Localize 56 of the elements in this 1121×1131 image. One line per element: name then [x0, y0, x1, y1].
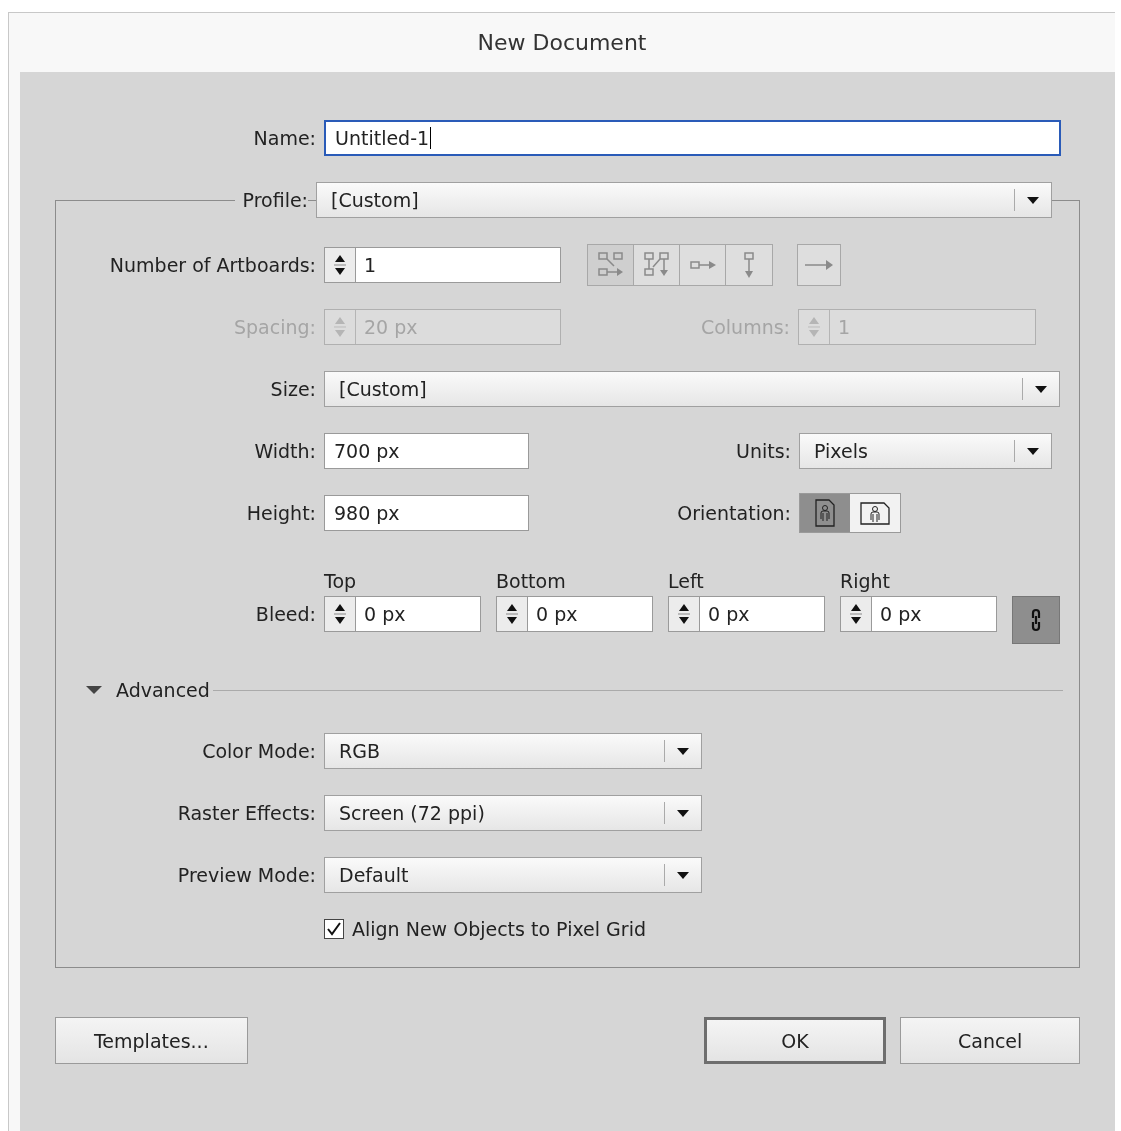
bleed-spinner[interactable]: 0 px: [324, 596, 481, 632]
text-cursor: [430, 127, 432, 149]
dialog-button[interactable]: Cancel: [900, 1017, 1080, 1064]
disclosure-triangle-icon[interactable]: [86, 685, 102, 695]
column-arrange-icon: [744, 251, 754, 279]
caret-icon: [676, 746, 690, 756]
bleed-side-label: Right: [840, 570, 891, 592]
caret-icon: [676, 870, 690, 880]
orientation-button[interactable]: [800, 494, 850, 532]
dialog-button[interactable]: OK: [703, 1017, 887, 1064]
width-field[interactable]: 700 px: [324, 433, 529, 469]
grid-arrange-icon: [596, 251, 625, 279]
row-arrange-icon: [688, 260, 717, 270]
height-field[interactable]: 980 px: [324, 495, 529, 531]
units-label: Units:: [735, 440, 791, 462]
name-label: Name:: [252, 127, 316, 149]
raster-effects-label: Raster Effects:: [176, 802, 316, 824]
pixel-grid-checkbox[interactable]: Align New Objects to Pixel Grid: [324, 918, 646, 940]
artboards-label: Number of Artboards:: [108, 254, 316, 276]
bleed-side-label: Bottom: [496, 570, 566, 592]
landscape-page-icon: [860, 501, 890, 525]
bleed-spinner[interactable]: 0 px: [840, 596, 997, 632]
width-label: Width:: [253, 440, 316, 462]
window-title: New Document: [476, 29, 648, 57]
arrow-right-icon: [804, 257, 834, 273]
bleed-spinner[interactable]: 0 px: [496, 596, 653, 632]
bleed-spinner[interactable]: 0 px: [668, 596, 825, 632]
chain-link-icon: [1029, 607, 1043, 633]
height-label: Height:: [245, 502, 316, 524]
preview-mode-dropdown[interactable]: Default: [324, 857, 702, 893]
size-dropdown[interactable]: [Custom]: [324, 371, 1060, 407]
units-dropdown[interactable]: Pixels: [799, 433, 1052, 469]
name-field[interactable]: Untitled-1: [324, 120, 1061, 156]
checkmark-icon: [326, 921, 342, 937]
grid-arrange-icon: [642, 251, 671, 279]
caret-icon: [1026, 195, 1040, 205]
bleed-side-label: Top: [324, 570, 357, 592]
link-button[interactable]: [1012, 596, 1060, 644]
caret-icon: [1026, 446, 1040, 456]
preview-mode-label: Preview Mode:: [176, 864, 316, 886]
color-mode-label: Color Mode:: [201, 740, 316, 762]
bleed-side-label: Left: [668, 570, 704, 592]
size-label: Size:: [269, 378, 316, 400]
dialog-button[interactable]: Templates...: [55, 1017, 248, 1064]
color-mode-dropdown[interactable]: RGB: [324, 733, 702, 769]
portrait-page-icon: [813, 499, 837, 527]
bleed-label: Bleed:: [254, 602, 316, 627]
raster-effects-dropdown[interactable]: Screen (72 ppi): [324, 795, 702, 831]
profile-dropdown[interactable]: [Custom]: [316, 182, 1052, 218]
caret-icon: [1034, 384, 1048, 394]
artboards-spinner[interactable]: 1: [324, 247, 561, 283]
caret-icon: [676, 808, 690, 818]
orientation-button[interactable]: [850, 494, 900, 532]
advanced-label[interactable]: Advanced: [116, 679, 210, 701]
orientation-label: Orientation:: [676, 502, 791, 524]
checkbox[interactable]: [324, 919, 344, 939]
